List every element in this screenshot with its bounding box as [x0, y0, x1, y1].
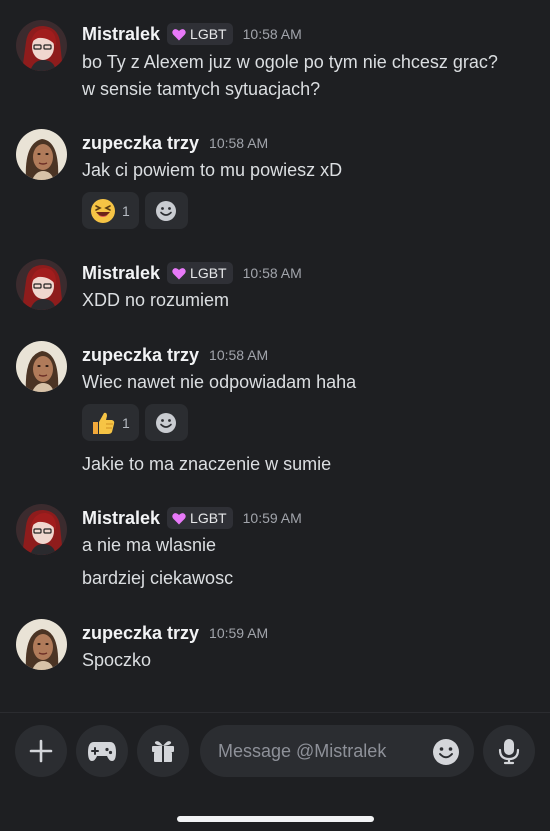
message-text: Wiec nawet nie odpowiadam haha	[82, 372, 357, 392]
laughing-face-icon	[91, 198, 115, 223]
username[interactable]: zupeczka trzy	[82, 345, 199, 366]
add-reaction-icon	[156, 200, 177, 221]
message-input[interactable]	[218, 725, 418, 777]
username[interactable]: Mistralek	[82, 263, 160, 284]
add-reaction-button[interactable]	[144, 404, 188, 441]
avatar[interactable]	[16, 341, 67, 392]
role-tag[interactable]: LGBT	[167, 23, 233, 45]
role-tag[interactable]: LGBT	[167, 507, 233, 529]
message-text: w sensie tamtych sytuacjach?	[82, 79, 321, 99]
message-text: Spoczko	[82, 650, 152, 670]
role-tag[interactable]: LGBT	[167, 262, 233, 284]
heart-icon	[172, 28, 186, 40]
reaction-laughing[interactable]: 1	[82, 192, 139, 229]
username[interactable]: zupeczka trzy	[82, 623, 199, 644]
attach-button[interactable]	[15, 725, 67, 777]
message-header: zupeczka trzy 10:59 AM	[82, 619, 268, 647]
reactions-bar: 1	[82, 192, 188, 229]
avatar[interactable]	[16, 619, 67, 670]
message-text: XDD no rozumiem	[82, 290, 230, 310]
message-text: Jak ci powiem to mu powiesz xD	[82, 160, 343, 180]
message-header: zupeczka trzy 10:58 AM	[82, 341, 268, 369]
message-header: Mistralek LGBT 10:58 AM	[82, 20, 302, 48]
gamepad-icon	[88, 742, 116, 761]
message-input-container	[200, 725, 474, 777]
message-header: Mistralek LGBT 10:58 AM	[82, 259, 302, 287]
timestamp: 10:58 AM	[209, 135, 269, 151]
add-reaction-icon	[156, 412, 177, 433]
timestamp: 10:59 AM	[209, 625, 269, 641]
reaction-count: 1	[122, 202, 130, 219]
timestamp: 10:58 AM	[242, 265, 302, 281]
plus-icon	[29, 739, 53, 763]
role-label: LGBT	[190, 265, 227, 281]
username[interactable]: zupeczka trzy	[82, 133, 199, 154]
timestamp: 10:58 AM	[209, 347, 269, 363]
message-text: bardziej ciekawosc	[82, 568, 234, 588]
message-header: zupeczka trzy 10:58 AM	[82, 129, 268, 157]
home-indicator[interactable]	[177, 816, 374, 822]
role-label: LGBT	[190, 26, 227, 42]
thumbs-up-icon	[93, 412, 115, 434]
gift-button[interactable]	[137, 725, 189, 777]
activities-button[interactable]	[76, 725, 128, 777]
username[interactable]: Mistralek	[82, 508, 160, 529]
message-text: a nie ma wlasnie	[82, 535, 217, 555]
avatar[interactable]	[16, 129, 67, 180]
add-reaction-button[interactable]	[144, 192, 188, 229]
heart-icon	[172, 267, 186, 279]
message-composer	[0, 713, 550, 831]
message-list[interactable]: Mistralek LGBT 10:58 AM bo Ty z Alexem j…	[0, 0, 550, 712]
gift-icon	[152, 741, 174, 762]
avatar[interactable]	[16, 504, 67, 555]
voice-message-button[interactable]	[483, 725, 535, 777]
reaction-thumbs-up[interactable]: 1	[82, 404, 139, 441]
reactions-bar: 1	[82, 404, 188, 441]
timestamp: 10:59 AM	[242, 510, 302, 526]
username[interactable]: Mistralek	[82, 24, 160, 45]
emoji-icon[interactable]	[432, 738, 460, 766]
timestamp: 10:58 AM	[242, 26, 302, 42]
avatar[interactable]	[16, 20, 67, 71]
role-label: LGBT	[190, 510, 227, 526]
message-text: Jakie to ma znaczenie w sumie	[82, 454, 332, 474]
reaction-count: 1	[122, 414, 130, 431]
microphone-icon	[498, 739, 520, 765]
message-header: Mistralek LGBT 10:59 AM	[82, 504, 302, 532]
heart-icon	[172, 512, 186, 524]
avatar[interactable]	[16, 259, 67, 310]
message-text: bo Ty z Alexem juz w ogole po tym nie ch…	[82, 52, 498, 72]
